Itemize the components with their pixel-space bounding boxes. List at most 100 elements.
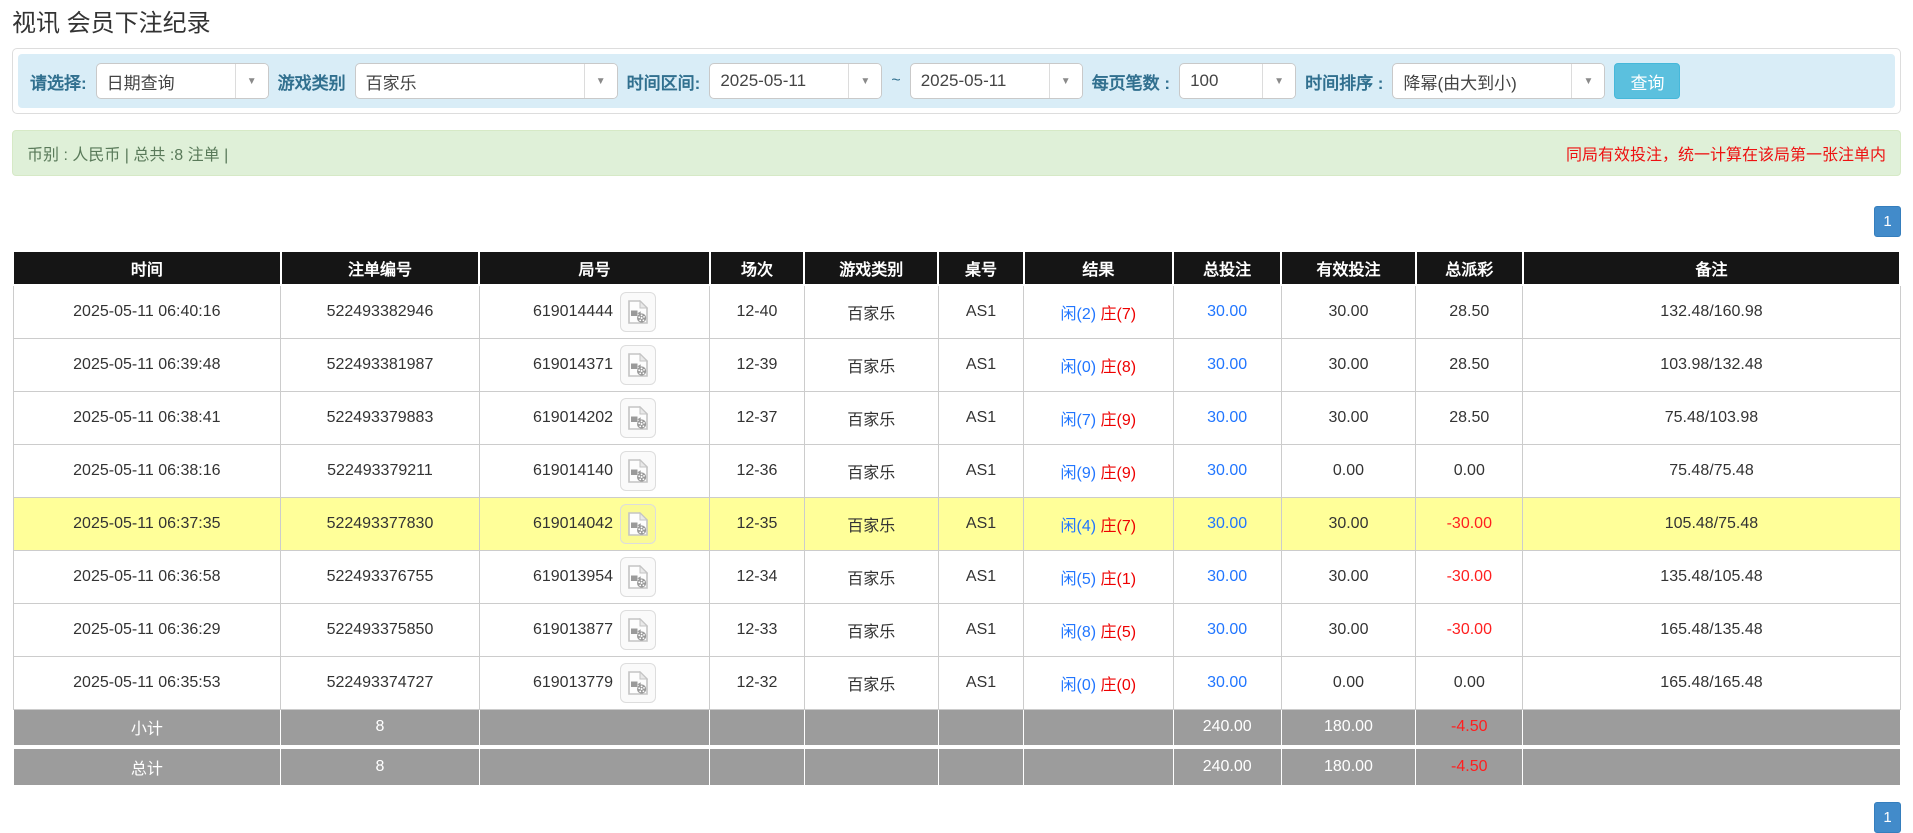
- total-row: 总计 8 240.00 180.00 -4.50: [13, 747, 1900, 785]
- video-replay-button[interactable]: [620, 610, 656, 650]
- total-payout: -4.50: [1416, 747, 1523, 785]
- cell-time: 2025-05-11 06:35:53: [13, 656, 281, 709]
- total-valid-bet: 180.00: [1281, 747, 1415, 785]
- total-bet-link[interactable]: 30.00: [1207, 515, 1247, 532]
- query-type-dropdown-button[interactable]: ▼: [235, 64, 268, 98]
- video-replay-button[interactable]: [620, 504, 656, 544]
- video-replay-button[interactable]: [620, 345, 656, 385]
- date-from-dropdown-button[interactable]: ▼: [848, 64, 881, 98]
- total-bet-link[interactable]: 30.00: [1207, 674, 1247, 691]
- cell-payout: -30.00: [1416, 550, 1523, 603]
- cell-total-bet: 30.00: [1173, 497, 1281, 550]
- video-replay-button[interactable]: [620, 557, 656, 597]
- video-replay-button[interactable]: [620, 451, 656, 491]
- cell-remark: 105.48/75.48: [1523, 497, 1900, 550]
- game-type-select[interactable]: ▼: [355, 63, 618, 99]
- page-size-input[interactable]: [1180, 64, 1262, 98]
- time-sort-dropdown-button[interactable]: ▼: [1571, 64, 1604, 98]
- total-label: 总计: [13, 747, 281, 785]
- cell-remark: 165.48/135.48: [1523, 603, 1900, 656]
- cell-total-bet: 30.00: [1173, 285, 1281, 338]
- total-bet-link[interactable]: 30.00: [1207, 621, 1247, 638]
- total-bet-link[interactable]: 30.00: [1207, 462, 1247, 479]
- cell-remark: 132.48/160.98: [1523, 285, 1900, 338]
- video-replay-button[interactable]: [620, 292, 656, 332]
- game-type-dropdown-button[interactable]: ▼: [584, 64, 617, 98]
- header-remark: 备注: [1523, 251, 1900, 285]
- chevron-down-icon: ▼: [247, 76, 257, 87]
- subtotal-empty-cell: [710, 709, 804, 747]
- cell-bet-no: 522493376755: [281, 550, 480, 603]
- cell-game: 百家乐: [804, 550, 938, 603]
- cell-game: 百家乐: [804, 444, 938, 497]
- subtotal-payout: -4.50: [1416, 709, 1523, 747]
- date-to-input[interactable]: [911, 64, 1049, 98]
- page-size-label: 每页笔数 :: [1092, 69, 1170, 94]
- cell-valid-bet: 30.00: [1281, 603, 1415, 656]
- result-player: 闲(5): [1061, 571, 1097, 588]
- cell-total-bet: 30.00: [1173, 338, 1281, 391]
- game-type-label: 游戏类别: [278, 69, 346, 94]
- date-from-input[interactable]: [710, 64, 848, 98]
- page-size-dropdown-button[interactable]: ▼: [1262, 64, 1295, 98]
- cell-round-no: 619014444: [479, 285, 710, 338]
- date-to-dropdown-button[interactable]: ▼: [1049, 64, 1082, 98]
- result-banker: 庄(9): [1101, 465, 1137, 482]
- cell-payout: 0.00: [1416, 656, 1523, 709]
- total-bet-link[interactable]: 30.00: [1207, 568, 1247, 585]
- chevron-down-icon: ▼: [1584, 76, 1594, 87]
- round-no-text: 619014042: [533, 515, 613, 533]
- cell-result: 闲(2) 庄(7): [1024, 285, 1173, 338]
- result-banker: 庄(7): [1101, 306, 1137, 323]
- result-banker: 庄(8): [1101, 359, 1137, 376]
- result-player: 闲(2): [1061, 306, 1097, 323]
- cell-round-no: 619013779: [479, 656, 710, 709]
- result-player: 闲(0): [1061, 677, 1097, 694]
- cell-table-no: AS1: [938, 656, 1023, 709]
- cell-total-bet: 30.00: [1173, 391, 1281, 444]
- round-no-text: 619013877: [533, 621, 613, 639]
- cell-total-bet: 30.00: [1173, 603, 1281, 656]
- round-no-text: 619013954: [533, 568, 613, 586]
- query-type-input[interactable]: [97, 64, 235, 98]
- cell-total-bet: 30.00: [1173, 444, 1281, 497]
- page-1-button[interactable]: 1: [1874, 206, 1901, 237]
- total-bet-link[interactable]: 30.00: [1207, 303, 1247, 320]
- result-player: 闲(9): [1061, 465, 1097, 482]
- cell-payout: 28.50: [1416, 338, 1523, 391]
- cell-bet-no: 522493381987: [281, 338, 480, 391]
- video-replay-button[interactable]: [620, 398, 656, 438]
- time-sort-input[interactable]: [1393, 64, 1571, 98]
- total-empty-cell: [938, 747, 1023, 785]
- page-size-select[interactable]: ▼: [1179, 63, 1296, 99]
- cell-round-no: 619014042: [479, 497, 710, 550]
- game-type-input[interactable]: [356, 64, 584, 98]
- cell-remark: 103.98/132.48: [1523, 338, 1900, 391]
- chevron-down-icon: ▼: [1061, 76, 1071, 87]
- video-file-icon: [628, 406, 648, 430]
- total-bet-link[interactable]: 30.00: [1207, 409, 1247, 426]
- cell-valid-bet: 30.00: [1281, 550, 1415, 603]
- result-player: 闲(4): [1061, 518, 1097, 535]
- video-replay-button[interactable]: [620, 663, 656, 703]
- query-type-select[interactable]: ▼: [96, 63, 269, 99]
- page-1-button[interactable]: 1: [1874, 802, 1901, 833]
- cell-session: 12-32: [710, 656, 804, 709]
- date-from-select[interactable]: ▼: [709, 63, 882, 99]
- cell-session: 12-33: [710, 603, 804, 656]
- cell-round-no: 619014371: [479, 338, 710, 391]
- result-player: 闲(8): [1061, 624, 1097, 641]
- cell-bet-no: 522493377830: [281, 497, 480, 550]
- date-to-select[interactable]: ▼: [910, 63, 1083, 99]
- search-button[interactable]: 查询: [1614, 63, 1680, 99]
- cell-time: 2025-05-11 06:36:29: [13, 603, 281, 656]
- header-table-no: 桌号: [938, 251, 1023, 285]
- cell-result: 闲(8) 庄(5): [1024, 603, 1173, 656]
- total-bet-link[interactable]: 30.00: [1207, 356, 1247, 373]
- table-header-row: 时间 注单编号 局号 场次 游戏类别 桌号 结果 总投注 有效投注 总派彩 备注: [13, 251, 1900, 285]
- cell-time: 2025-05-11 06:39:48: [13, 338, 281, 391]
- time-sort-select[interactable]: ▼: [1392, 63, 1605, 99]
- cell-game: 百家乐: [804, 497, 938, 550]
- cell-payout: -30.00: [1416, 603, 1523, 656]
- date-range-separator: ~: [891, 72, 900, 90]
